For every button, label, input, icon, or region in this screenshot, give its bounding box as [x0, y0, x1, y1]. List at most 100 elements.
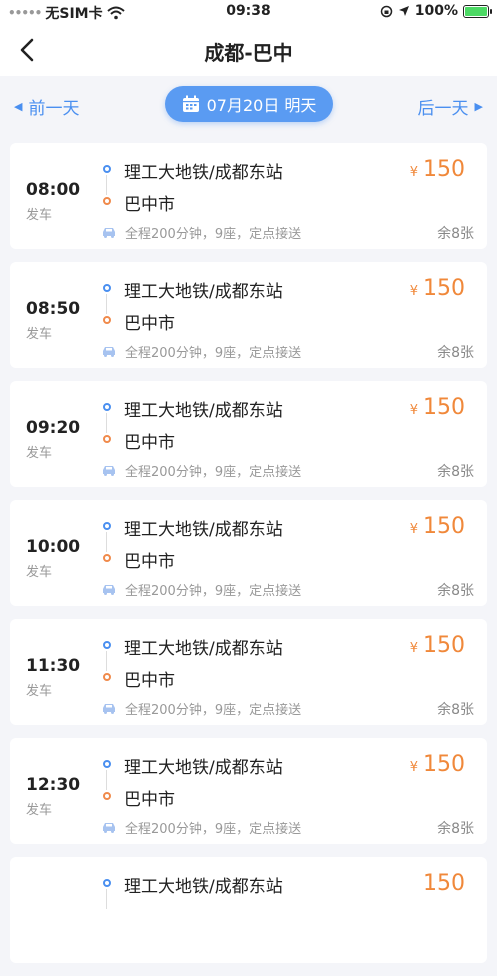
departure-label: 发车: [26, 684, 53, 699]
destination-station: 巴中市: [124, 552, 175, 572]
start-dot-icon: [103, 403, 111, 411]
destination-station: 巴中市: [124, 195, 175, 215]
route-line: [106, 770, 107, 790]
end-dot-icon: [103, 673, 111, 681]
seats-remaining: 余8张: [437, 345, 474, 361]
trip-card[interactable]: 09:20 发车 理工大地铁/成都东站 巴中市 ¥ 150 全程200分钟，9座…: [10, 381, 487, 487]
price-value: 150: [423, 752, 465, 777]
date-picker-button[interactable]: 07月20日 明天: [165, 86, 333, 122]
next-day-button[interactable]: 后一天 ▶: [418, 94, 483, 119]
route-line: [106, 413, 107, 433]
trip-card[interactable]: 08:00 发车 理工大地铁/成都东站 巴中市 ¥ 150 全程200分钟，9座…: [10, 143, 487, 249]
end-dot-icon: [103, 197, 111, 205]
price: ¥ 150: [410, 395, 465, 420]
departure-label: 发车: [26, 327, 53, 342]
destination-station: 巴中市: [124, 671, 175, 691]
currency-symbol: ¥: [409, 165, 418, 180]
route-line: [106, 294, 107, 314]
trip-list: 08:00 发车 理工大地铁/成都东站 巴中市 ¥ 150 全程200分钟，9座…: [10, 143, 487, 976]
trip-card[interactable]: 理工大地铁/成都东站 150: [10, 857, 487, 963]
prev-day-label: 前一天: [28, 99, 80, 119]
end-dot-icon: [103, 792, 111, 800]
origin-station: 理工大地铁/成都东站: [124, 163, 283, 183]
price: ¥ 150: [410, 157, 465, 182]
start-dot-icon: [103, 165, 111, 173]
end-dot-icon: [103, 435, 111, 443]
trip-card[interactable]: 11:30 发车 理工大地铁/成都东站 巴中市 ¥ 150 全程200分钟，9座…: [10, 619, 487, 725]
currency-symbol: ¥: [409, 522, 418, 537]
route-line: [106, 889, 107, 909]
departure-time: 08:00: [26, 180, 81, 200]
price-value: 150: [423, 871, 465, 896]
caret-right-icon: ▶: [474, 100, 483, 113]
currency-symbol: ¥: [409, 641, 418, 656]
start-dot-icon: [103, 879, 111, 887]
route-line: [106, 532, 107, 552]
origin-station: 理工大地铁/成都东站: [124, 401, 283, 421]
price-value: 150: [423, 157, 465, 182]
seats-remaining: 余8张: [437, 464, 474, 480]
price: ¥ 150: [410, 752, 465, 777]
trip-card[interactable]: 08:50 发车 理工大地铁/成都东站 巴中市 ¥ 150 全程200分钟，9座…: [10, 262, 487, 368]
nav-bar: 成都-巴中: [0, 24, 497, 76]
date-label: 07月20日 明天: [206, 96, 317, 115]
departure-label: 发车: [26, 803, 53, 818]
departure-label: 发车: [26, 446, 53, 461]
destination-station: 巴中市: [124, 433, 175, 453]
price-value: 150: [423, 514, 465, 539]
seats-remaining: 余8张: [437, 583, 474, 599]
departure-time: 09:20: [26, 418, 81, 438]
currency-symbol: ¥: [409, 760, 418, 775]
price-value: 150: [423, 276, 465, 301]
origin-station: 理工大地铁/成都东站: [124, 639, 283, 659]
price: ¥ 150: [410, 514, 465, 539]
calendar-icon: [182, 95, 199, 112]
price: 150: [418, 871, 465, 896]
end-dot-icon: [103, 316, 111, 324]
destination-station: 巴中市: [124, 790, 175, 810]
origin-station: 理工大地铁/成都东站: [124, 758, 283, 778]
departure-label: 发车: [26, 565, 53, 580]
orientation-lock-icon: [380, 5, 392, 17]
car-icon: [103, 585, 115, 595]
start-dot-icon: [103, 641, 111, 649]
battery-icon: [463, 4, 492, 18]
page-title: 成都-巴中: [204, 41, 293, 65]
car-icon: [103, 823, 115, 833]
price: ¥ 150: [410, 276, 465, 301]
location-arrow-icon: [398, 6, 409, 16]
currency-symbol: ¥: [409, 284, 418, 299]
departure-time: 10:00: [26, 537, 81, 557]
departure-label: 发车: [26, 208, 53, 223]
trip-card[interactable]: 12:30 发车 理工大地铁/成都东站 巴中市 ¥ 150 全程200分钟，9座…: [10, 738, 487, 844]
next-day-label: 后一天: [417, 99, 469, 119]
origin-station: 理工大地铁/成都东站: [124, 877, 283, 897]
car-icon: [103, 704, 115, 714]
price-value: 150: [423, 395, 465, 420]
origin-station: 理工大地铁/成都东站: [124, 282, 283, 302]
seats-remaining: 余8张: [437, 226, 474, 242]
seats-remaining: 余8张: [437, 821, 474, 837]
car-icon: [103, 466, 115, 476]
route-line: [106, 175, 107, 195]
start-dot-icon: [103, 760, 111, 768]
trip-info: 全程200分钟，9座，定点接送: [125, 346, 302, 361]
price: ¥ 150: [410, 633, 465, 658]
trip-info: 全程200分钟，9座，定点接送: [125, 822, 302, 837]
status-right: 100%: [380, 3, 492, 19]
car-icon: [103, 347, 115, 357]
trip-info: 全程200分钟，9座，定点接送: [125, 584, 302, 599]
prev-day-button[interactable]: ◀ 前一天: [14, 94, 79, 119]
start-dot-icon: [103, 522, 111, 530]
departure-time: 11:30: [26, 656, 81, 676]
trip-card[interactable]: 10:00 发车 理工大地铁/成都东站 巴中市 ¥ 150 全程200分钟，9座…: [10, 500, 487, 606]
currency-symbol: ¥: [409, 403, 418, 418]
trip-info: 全程200分钟，9座，定点接送: [125, 465, 302, 480]
seats-remaining: 余8张: [437, 702, 474, 718]
date-bar: ◀ 前一天 07月20日 明天 后一天 ▶: [0, 76, 497, 132]
trip-info: 全程200分钟，9座，定点接送: [125, 227, 302, 242]
battery-percent: 100%: [414, 3, 458, 19]
origin-station: 理工大地铁/成都东站: [124, 520, 283, 540]
route-line: [106, 651, 107, 671]
destination-station: 巴中市: [124, 314, 175, 334]
